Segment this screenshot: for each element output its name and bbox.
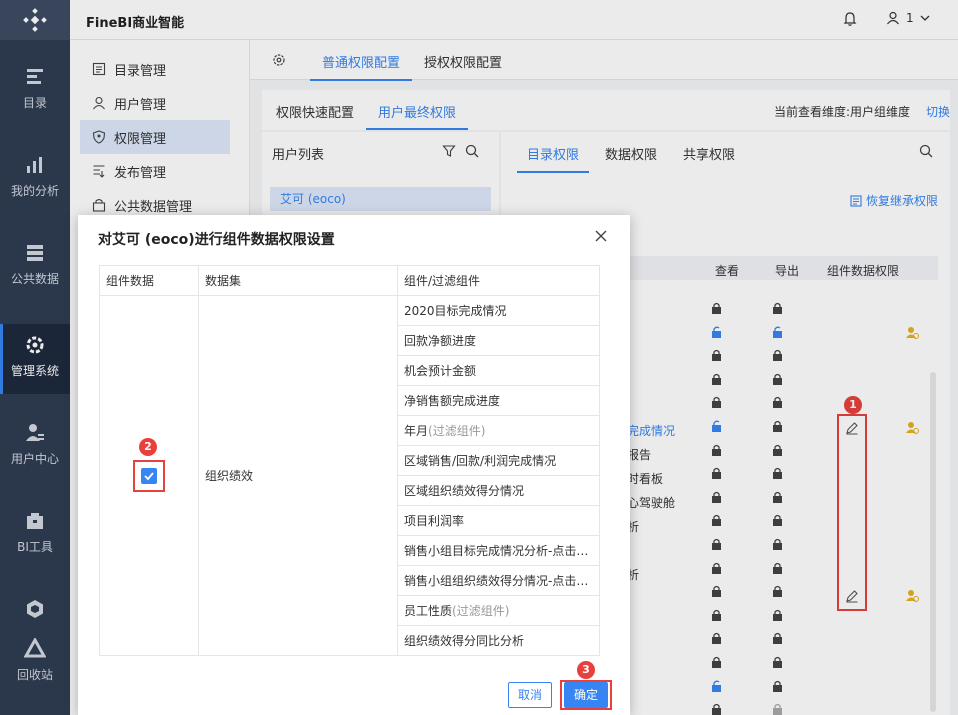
component-cell: 销售小组目标完成情况分析-点击… bbox=[397, 535, 600, 566]
component-name: 区域组织绩效得分情况 bbox=[404, 484, 525, 498]
component-cell: 2020目标完成情况 bbox=[397, 295, 600, 326]
header-dataset: 数据集 bbox=[198, 265, 398, 296]
component-cell: 年月(过滤组件) bbox=[397, 415, 600, 446]
ok-button[interactable]: 确定 bbox=[564, 682, 608, 708]
header-component-data: 组件数据 bbox=[99, 265, 199, 296]
component-name: 区域销售/回款/利润完成情况 bbox=[404, 454, 557, 468]
table-row: 2 组织绩效 2020目标完成情况 bbox=[99, 295, 600, 656]
component-name: 员工性质 bbox=[404, 604, 453, 618]
component-cell: 区域销售/回款/利润完成情况 bbox=[397, 445, 600, 476]
component-cell: 净销售额完成进度 bbox=[397, 385, 600, 416]
close-icon[interactable] bbox=[594, 229, 608, 243]
component-cell: 项目利润率 bbox=[397, 505, 600, 536]
dataset-cell: 组织绩效 bbox=[198, 295, 398, 656]
checkbox-cell: 2 bbox=[99, 295, 199, 656]
component-name: 回款净额进度 bbox=[404, 334, 477, 348]
component-cell: 回款净额进度 bbox=[397, 325, 600, 356]
component-cell: 组织绩效得分同比分析 bbox=[397, 625, 600, 656]
permission-table: 组件数据 数据集 组件/过滤组件 2 组织绩效 2020目标完成情况 回款净额进… bbox=[99, 265, 600, 656]
component-name: 净销售额完成进度 bbox=[404, 394, 501, 408]
component-name: 销售小组组织绩效得分情况-点击… bbox=[404, 574, 589, 588]
component-name: 组织绩效得分同比分析 bbox=[404, 634, 525, 648]
component-suffix: (过滤组件) bbox=[452, 604, 510, 618]
component-cell: 员工性质(过滤组件) bbox=[397, 595, 600, 626]
component-cell: 机会预计金额 bbox=[397, 355, 600, 386]
component-cell: 区域组织绩效得分情况 bbox=[397, 475, 600, 506]
table-header-row: 组件数据 数据集 组件/过滤组件 bbox=[99, 265, 600, 296]
header-component: 组件/过滤组件 bbox=[397, 265, 600, 296]
component-cell: 销售小组组织绩效得分情况-点击… bbox=[397, 565, 600, 596]
component-permission-dialog: 对艾可 (eoco)进行组件数据权限设置 组件数据 数据集 组件/过滤组件 2 … bbox=[78, 215, 630, 715]
dialog-title: 对艾可 (eoco)进行组件数据权限设置 bbox=[98, 232, 335, 248]
check-icon bbox=[144, 471, 154, 480]
component-suffix: (过滤组件) bbox=[428, 424, 486, 438]
cancel-button[interactable]: 取消 bbox=[508, 682, 552, 708]
component-data-checkbox[interactable] bbox=[141, 467, 157, 484]
component-name: 项目利润率 bbox=[404, 514, 465, 528]
checkbox-highlight: 2 bbox=[133, 437, 165, 492]
component-name: 年月 bbox=[404, 424, 429, 438]
step-badge-2: 2 bbox=[139, 437, 157, 456]
component-name: 2020目标完成情况 bbox=[404, 304, 507, 318]
step-badge-3: 3 bbox=[577, 661, 595, 679]
component-name: 销售小组目标完成情况分析-点击… bbox=[404, 544, 589, 558]
component-name: 机会预计金额 bbox=[404, 364, 477, 378]
